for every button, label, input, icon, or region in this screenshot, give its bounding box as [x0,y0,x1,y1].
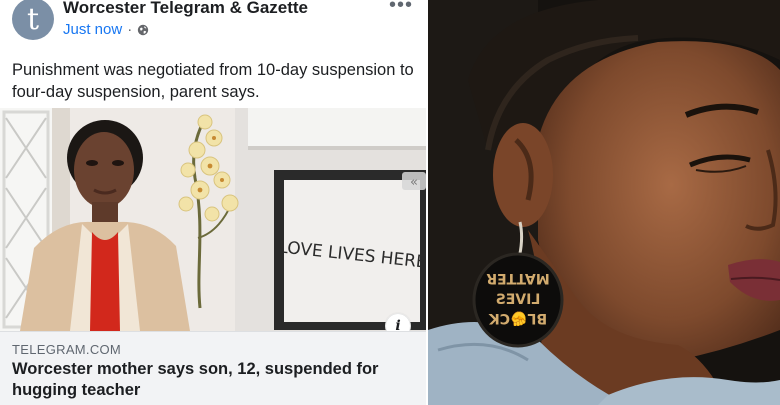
link-headline[interactable]: Worcester mother says son, 12, suspended… [12,359,412,401]
post-meta: Just now · [63,21,149,38]
woman-earring-image: MATTER LIVES BL✊CK [428,0,780,405]
post-header: t Worcester Telegram & Gazette Just now … [0,0,426,50]
link-domain: TELEGRAM.COM [12,342,122,357]
earring-photo: MATTER LIVES BL✊CK [428,0,780,405]
svg-text:«: « [410,175,418,190]
svg-text:BL✊CK: BL✊CK [488,310,547,327]
facebook-post: t Worcester Telegram & Gazette Just now … [0,0,426,405]
page-name-link[interactable]: Worcester Telegram & Gazette [63,0,308,18]
info-icon[interactable]: i [386,314,410,331]
link-preview[interactable]: TELEGRAM.COM Worcester mother says son, … [0,331,426,405]
meta-separator: · [127,21,133,38]
link-preview-image[interactable]: LOVE LIVES HERE « i [0,108,426,331]
post-text: Punishment was negotiated from 10-day su… [12,61,414,101]
more-options-icon[interactable]: ••• [389,0,413,17]
svg-text:LIVES: LIVES [496,292,541,308]
globe-icon [138,24,149,35]
article-photo: LOVE LIVES HERE « [0,108,426,331]
page-avatar[interactable]: t [12,0,54,40]
post-timestamp[interactable]: Just now [63,21,122,38]
svg-text:MATTER: MATTER [486,270,550,286]
